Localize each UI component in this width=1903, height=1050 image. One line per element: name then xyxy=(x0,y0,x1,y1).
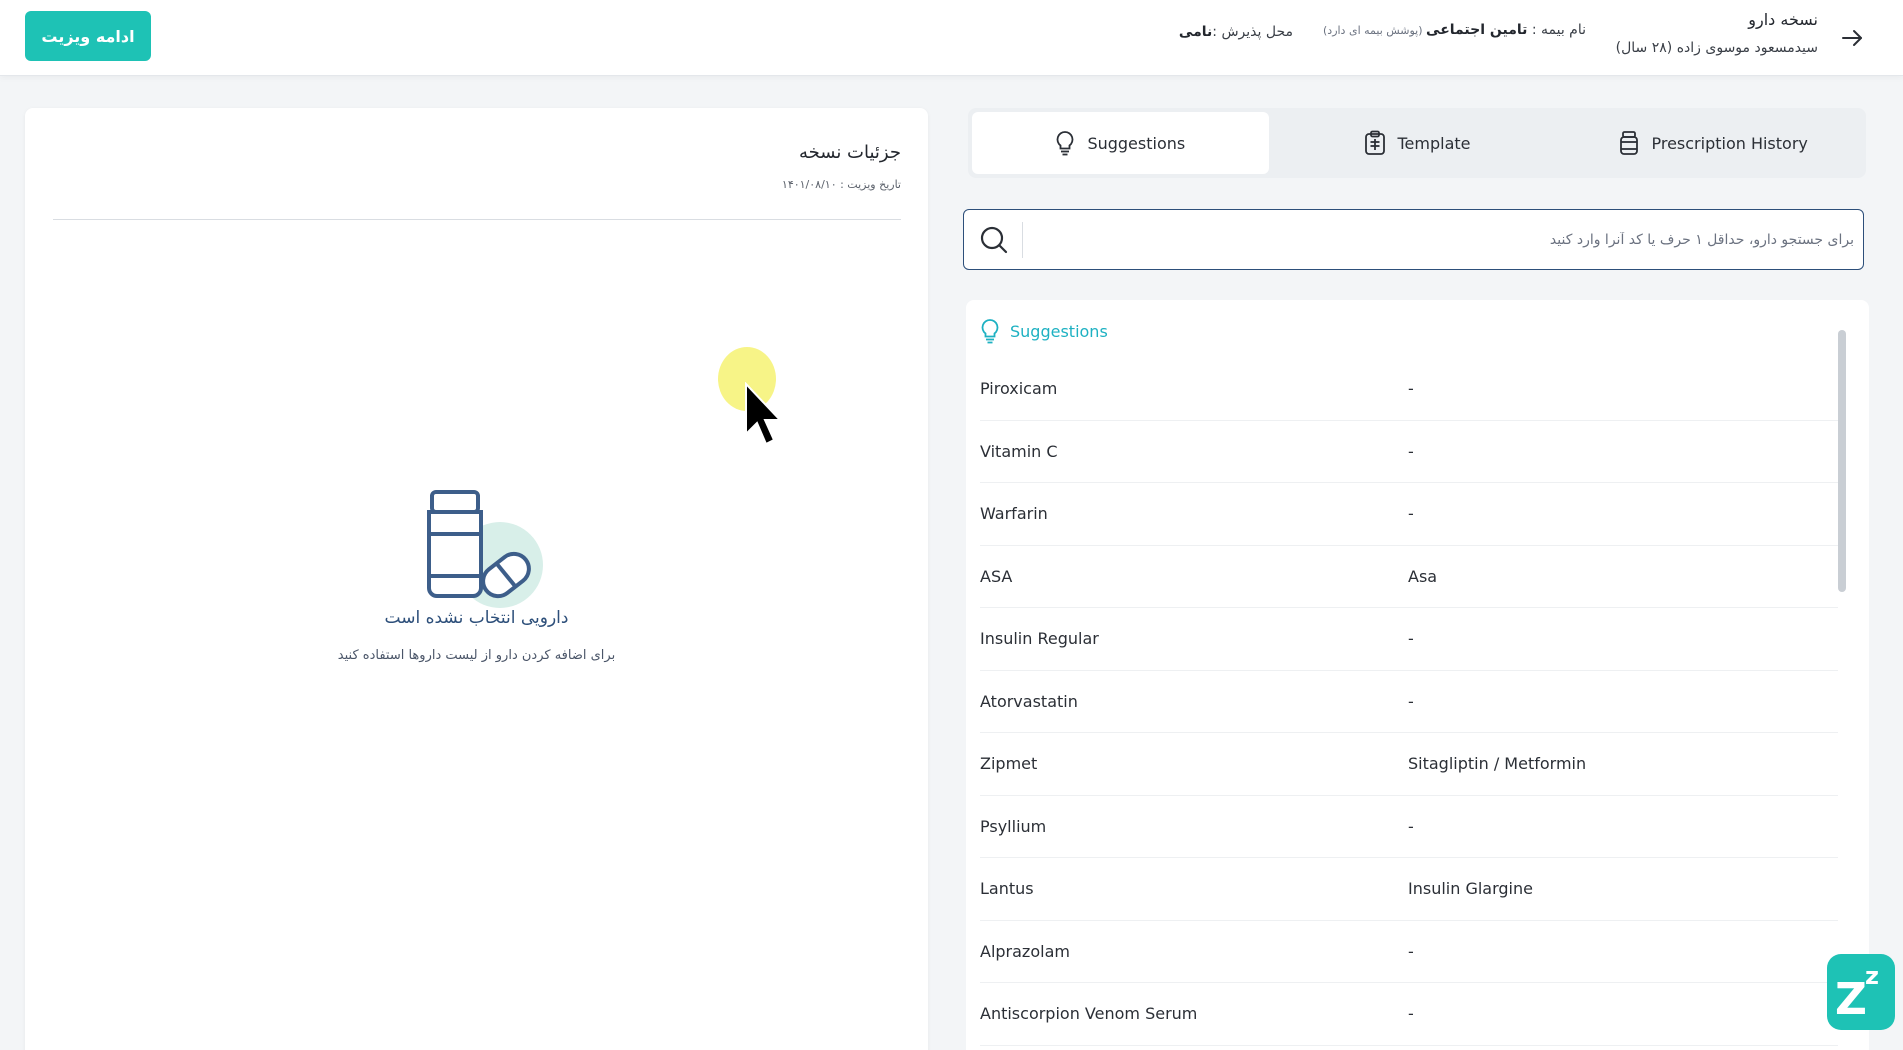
list-item[interactable]: Zipmet Sitagliptin / Metformin xyxy=(980,733,1838,796)
tab-suggestions-label: Suggestions xyxy=(1087,133,1186,153)
list-item[interactable]: Atorvastatin - xyxy=(980,671,1838,733)
tab-prescription-history[interactable]: Prescription History xyxy=(1565,112,1862,174)
drug-generic: - xyxy=(1408,379,1414,399)
list-item[interactable]: Insulin Regular - xyxy=(980,608,1838,671)
lightbulb-icon xyxy=(981,319,999,344)
tab-suggestions[interactable]: Suggestions xyxy=(972,112,1269,174)
prescription-details-title: جزئیات نسخه xyxy=(799,142,901,163)
list-item[interactable]: Psyllium - xyxy=(980,796,1838,858)
svg-text:z: z xyxy=(1865,962,1879,990)
suggestions-list: Piroxicam - Vitamin C - Warfarin - ASA Asa I… xyxy=(980,358,1838,1046)
list-item[interactable]: ASA Asa xyxy=(980,546,1838,608)
divider xyxy=(53,219,901,220)
empty-state-title: دارویی انتخاب نشده است xyxy=(384,608,569,628)
drug-generic: - xyxy=(1408,941,1414,961)
sleep-badge-icon[interactable]: Z z xyxy=(1827,954,1895,1030)
drug-generic: - xyxy=(1408,1004,1414,1024)
drug-generic: - xyxy=(1408,441,1414,461)
list-item[interactable]: Antiscorpion Venom Serum - xyxy=(980,983,1838,1046)
drug-generic: - xyxy=(1408,691,1414,711)
insurance-info: نام بیمه : تامین اجتماعی (پوشش بیمه ای د… xyxy=(1323,22,1586,38)
drug-name: Piroxicam xyxy=(980,379,1058,399)
tab-prescription-history-label: Prescription History xyxy=(1651,133,1808,153)
clipboard-icon xyxy=(1364,130,1385,155)
lightbulb-icon xyxy=(1057,131,1074,156)
suggestions-header: Suggestions xyxy=(980,318,1108,344)
admission-location: محل پذیرش :نامی xyxy=(1179,24,1293,40)
drug-generic: Sitagliptin / Metformin xyxy=(1408,754,1587,774)
insurance-label: نام بیمه : xyxy=(1527,22,1586,38)
tab-template[interactable]: Template xyxy=(1269,112,1566,174)
drug-name: ASA xyxy=(980,566,1013,586)
drug-generic: - xyxy=(1408,504,1414,524)
tab-template-label: Template xyxy=(1397,133,1471,153)
drug-name: Alprazolam xyxy=(980,941,1070,961)
drug-generic: Asa xyxy=(1408,566,1438,586)
drug-name: Lantus xyxy=(980,879,1034,899)
list-item[interactable]: Vitamin C - xyxy=(980,421,1838,483)
medicine-bottle-icon xyxy=(415,478,555,618)
drug-name: Antiscorpion Venom Serum xyxy=(980,1004,1198,1024)
tab-bar: Suggestions Template Prescription Histor… xyxy=(968,108,1866,178)
pill-bottle-icon xyxy=(1620,131,1639,155)
top-bar: ادامه ویزیت محل پذیرش :نامی نام بیمه : ت… xyxy=(0,0,1903,76)
drug-generic: - xyxy=(1408,629,1414,649)
empty-state-subtitle: برای اضافه کردن دارو از لیست داروها استف… xyxy=(337,648,616,663)
scrollbar[interactable] xyxy=(1838,330,1846,592)
drug-search-input[interactable] xyxy=(1024,210,1854,269)
drug-name: Zipmet xyxy=(980,754,1038,774)
search-icon[interactable] xyxy=(978,224,1010,256)
list-item[interactable]: Warfarin - xyxy=(980,483,1838,546)
list-item[interactable]: Lantus Insulin Glargine xyxy=(980,858,1838,921)
drug-generic: - xyxy=(1408,816,1414,836)
page-title: نسخه دارو xyxy=(1748,10,1818,29)
visit-date: تاریخ ویزیت : ۱۴۰۱/۰۸/۱۰ xyxy=(781,178,901,191)
list-item[interactable]: Alprazolam - xyxy=(980,921,1838,983)
continue-visit-button[interactable]: ادامه ویزیت xyxy=(25,11,151,61)
drug-name: Insulin Regular xyxy=(980,629,1099,649)
location-label: محل پذیرش : xyxy=(1212,24,1293,40)
list-item[interactable]: Piroxicam - xyxy=(980,358,1838,421)
drug-generic: Insulin Glargine xyxy=(1408,879,1533,899)
drug-name: Vitamin C xyxy=(980,441,1058,461)
drug-search-box xyxy=(963,209,1864,270)
suggestions-panel: Suggestions Piroxicam - Vitamin C - Warfar… xyxy=(966,300,1869,1050)
location-value: نامی xyxy=(1178,24,1213,40)
drug-name: Psyllium xyxy=(980,816,1047,836)
prescription-details-panel: جزئیات نسخه تاریخ ویزیت : ۱۴۰۱/۰۸/۱۰ دار… xyxy=(25,108,928,1050)
drug-name: Warfarin xyxy=(980,504,1048,524)
back-arrow-icon[interactable] xyxy=(1838,24,1866,52)
insurance-value: تامین اجتماعی xyxy=(1426,22,1528,38)
divider xyxy=(1022,222,1023,258)
patient-name: سیدمسعود موسوی زاده (۲۸ سال) xyxy=(1615,40,1818,56)
insurance-note: (پوشش بیمه ای دارد) xyxy=(1323,24,1427,37)
suggestions-header-label: Suggestions xyxy=(1010,321,1108,341)
mouse-cursor-icon xyxy=(745,382,783,446)
drug-name: Atorvastatin xyxy=(980,691,1078,711)
svg-text:Z: Z xyxy=(1835,974,1867,1025)
